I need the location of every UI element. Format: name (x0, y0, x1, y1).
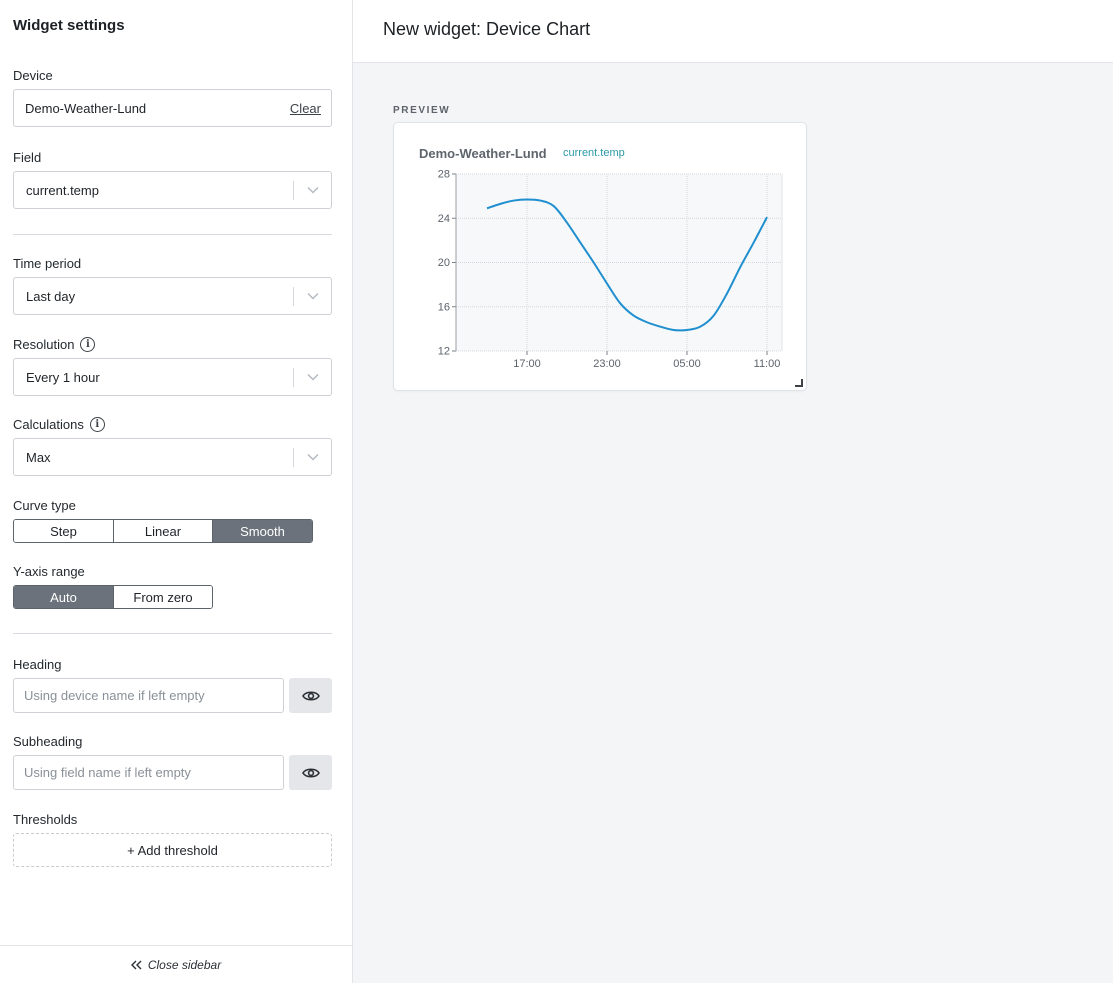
field-value: current.temp (26, 182, 99, 198)
y-axis-from-zero[interactable]: From zero (114, 586, 212, 608)
x-tick-label: 17:00 (513, 358, 541, 370)
time-period-select[interactable]: Last day (13, 277, 332, 315)
preview-label: PREVIEW (393, 105, 451, 116)
curve-type-step[interactable]: Step (14, 520, 114, 542)
curve-type-smooth[interactable]: Smooth (213, 520, 312, 542)
resize-handle[interactable] (795, 379, 803, 387)
y-tick-label: 24 (438, 213, 450, 225)
field-label: Field (13, 150, 42, 165)
device-field[interactable]: Demo-Weather-Lund Clear (13, 89, 332, 127)
device-line-chart: 12 16 20 24 28 17:00 23:00 05:00 11:00 (438, 169, 783, 370)
calculations-label-text: Calculations (13, 417, 84, 432)
heading-label: Heading (13, 657, 62, 672)
close-sidebar-button[interactable]: Close sidebar (0, 945, 352, 983)
time-period-value: Last day (26, 288, 76, 304)
x-tick-label: 23:00 (593, 358, 621, 370)
device-label: Device (13, 68, 53, 83)
subheading-label: Subheading (13, 734, 83, 749)
resolution-value: Every 1 hour (26, 369, 100, 385)
y-tick-label: 16 (438, 301, 450, 313)
heading-visibility-toggle[interactable] (289, 678, 332, 713)
eye-icon (301, 767, 320, 778)
page-title: New widget: Device Chart (383, 19, 591, 39)
curve-type-linear[interactable]: Linear (114, 520, 213, 542)
time-period-label: Time period (13, 256, 82, 271)
close-sidebar-label: Close sidebar (147, 957, 222, 972)
section-divider (13, 234, 332, 235)
select-separator (293, 181, 294, 200)
curve-type-segmented-control: Step Linear Smooth (13, 519, 313, 543)
y-tick-label: 20 (438, 257, 450, 269)
sidebar-title: Widget settings (13, 17, 125, 34)
resolution-label-text: Resolution (13, 337, 75, 352)
curve-type-label: Curve type (13, 498, 76, 513)
top-bar: New widget: Device Chart (353, 0, 1113, 63)
y-axis-range-label: Y-axis range (13, 564, 85, 579)
y-tick-label: 28 (438, 169, 450, 181)
chevron-down-icon (307, 373, 319, 381)
subheading-visibility-toggle[interactable] (289, 755, 332, 790)
chevron-down-icon (307, 453, 319, 461)
add-threshold-button[interactable]: + Add threshold (13, 833, 332, 867)
thresholds-label: Thresholds (13, 812, 78, 827)
y-axis-range-segmented-control: Auto From zero (13, 585, 213, 609)
clear-device-button[interactable]: Clear (290, 101, 321, 116)
subheading-input[interactable] (13, 755, 284, 790)
x-tick-label: 11:00 (754, 358, 781, 370)
field-select[interactable]: current.temp (13, 171, 332, 209)
calculations-select[interactable]: Max (13, 438, 332, 476)
y-tick-label: 12 (438, 346, 450, 358)
device-value: Demo-Weather-Lund (25, 100, 147, 116)
eye-icon (301, 690, 320, 701)
chevron-down-icon (307, 186, 319, 194)
chevron-down-icon (307, 292, 319, 300)
select-separator (293, 287, 294, 306)
x-tick-label: 05:00 (673, 358, 701, 370)
widget-settings-sidebar: Widget settings Device Demo-Weather-Lund… (0, 0, 353, 983)
select-separator (293, 368, 294, 387)
resolution-select[interactable]: Every 1 hour (13, 358, 332, 396)
heading-input[interactable] (13, 678, 284, 713)
section-divider (13, 633, 332, 634)
double-chevron-left-icon (130, 960, 142, 969)
y-axis-auto[interactable]: Auto (14, 586, 114, 608)
info-icon[interactable]: i (89, 417, 105, 432)
select-separator (293, 448, 294, 467)
info-icon[interactable]: i (80, 337, 96, 352)
widget-preview-card[interactable]: Demo-Weather-Lund current.temp 12 16 20 24 2… (393, 122, 807, 391)
calculations-label: Calculations i (13, 417, 105, 432)
resolution-label: Resolution i (13, 337, 96, 352)
calculations-value: Max (26, 449, 51, 465)
